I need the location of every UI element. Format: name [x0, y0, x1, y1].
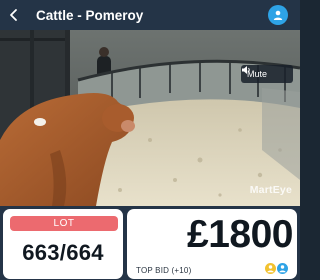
speaker-icon: [242, 66, 250, 74]
user-avatar-icon: [273, 10, 283, 20]
auction-video-stream[interactable]: Mute MartEye: [0, 30, 300, 206]
sale-ring-scene: [0, 30, 300, 206]
mute-button[interactable]: Mute: [241, 65, 293, 83]
marteye-watermark: MartEye: [249, 184, 292, 196]
bidder-icons: [264, 262, 294, 276]
top-bid-amount: £1800: [187, 213, 293, 256]
app-header: Cattle - Pomeroy: [0, 0, 300, 30]
page-title: Cattle - Pomeroy: [36, 7, 144, 23]
top-bid-label: TOP BID (+10): [136, 266, 192, 275]
back-button[interactable]: [0, 0, 28, 30]
user-avatar-button[interactable]: [268, 5, 288, 25]
bid-card: £1800 TOP BID (+10): [127, 209, 297, 279]
chevron-left-icon: [10, 9, 17, 21]
lot-badge: LOT: [10, 216, 118, 231]
auction-info-panel: LOT 663/664 £1800 TOP BID (+10): [0, 206, 300, 280]
bidder-avatar-icon: [276, 262, 289, 275]
lot-card: LOT 663/664: [3, 209, 123, 279]
lot-number: 663/664: [22, 240, 104, 265]
